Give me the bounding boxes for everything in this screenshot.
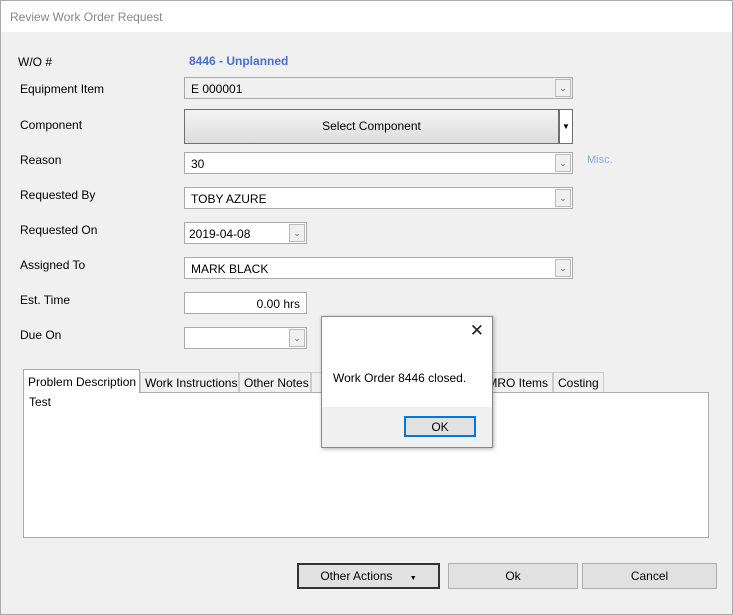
close-icon[interactable]: ✕ (470, 321, 484, 341)
equipment-label: Equipment Item (20, 82, 105, 96)
assigned-to-combo[interactable]: MARK BLACK ⌄ (184, 257, 573, 279)
other-actions-label: Other Actions (320, 569, 393, 583)
reason-label: Reason (20, 153, 62, 167)
est-time-input[interactable]: 0.00 hrs (184, 292, 307, 314)
misc-link[interactable]: Misc. (587, 154, 613, 166)
chevron-down-icon[interactable]: ⌄ (289, 329, 305, 347)
tab-problem-description[interactable]: Problem Description (23, 369, 140, 393)
tab-other-notes[interactable]: Other Notes (239, 372, 311, 392)
ok-button[interactable]: Ok (448, 563, 578, 589)
chevron-down-icon[interactable]: ⌄ (555, 189, 571, 207)
component-dropdown-button[interactable]: ▼ (559, 109, 573, 144)
caret-down-icon: ▼ (562, 122, 570, 131)
reason-combo[interactable]: 30 ⌄ (184, 152, 573, 174)
equipment-value: E 000001 (191, 82, 243, 96)
requested-by-value: TOBY AZURE (191, 192, 267, 206)
select-component-button[interactable]: Select Component (184, 109, 559, 144)
component-label: Component (20, 118, 83, 132)
wo-label: W/O # (18, 55, 53, 69)
chevron-down-icon[interactable]: ⌄ (289, 224, 305, 242)
due-on-date-picker[interactable]: ⌄ (184, 327, 307, 349)
review-work-order-window: Review Work Order Request W/O # 8446 - U… (0, 0, 733, 615)
due-on-label: Due On (20, 328, 62, 342)
requested-by-combo[interactable]: TOBY AZURE ⌄ (184, 187, 573, 209)
assigned-to-label: Assigned To (20, 258, 86, 272)
dialog-footer: OK (322, 407, 492, 447)
message-dialog: ✕ Work Order 8446 closed. OK (321, 316, 493, 448)
equipment-combo[interactable]: E 000001 ⌄ (184, 77, 573, 99)
requested-on-label: Requested On (20, 223, 98, 237)
dialog-ok-button[interactable]: OK (404, 416, 476, 437)
est-time-label: Est. Time (20, 293, 71, 307)
dialog-message: Work Order 8446 closed. (333, 371, 467, 385)
chevron-down-icon[interactable]: ⌄ (555, 154, 571, 172)
cancel-button[interactable]: Cancel (582, 563, 717, 589)
caret-down-icon: ▼ (409, 575, 417, 582)
reason-value: 30 (191, 157, 205, 171)
chevron-down-icon[interactable]: ⌄ (555, 259, 571, 277)
chevron-down-icon[interactable]: ⌄ (555, 79, 571, 97)
tab-work-instructions[interactable]: Work Instructions (140, 372, 239, 392)
requested-on-value: 2019-04-08 (189, 227, 251, 241)
requested-on-date-picker[interactable]: 2019-04-08 ⌄ (184, 222, 307, 244)
assigned-to-value: MARK BLACK (191, 262, 269, 276)
other-actions-button[interactable]: Other Actions ▼ (297, 563, 440, 589)
wo-number: 8446 - Unplanned (189, 54, 289, 68)
requested-by-label: Requested By (20, 188, 96, 202)
window-title: Review Work Order Request (1, 1, 732, 32)
tab-costing[interactable]: Costing (553, 372, 604, 392)
